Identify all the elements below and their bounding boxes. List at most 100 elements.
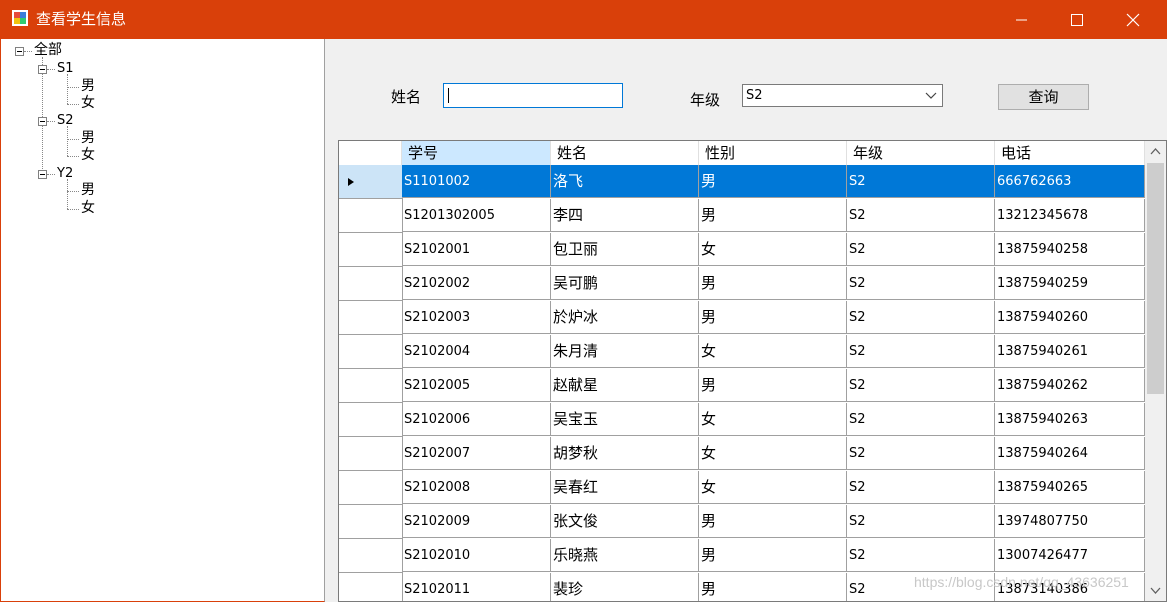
scrollbar-thumb[interactable] bbox=[1147, 163, 1164, 394]
scroll-down-icon[interactable] bbox=[1150, 587, 1161, 594]
table-cell[interactable]: 吴宝玉 bbox=[551, 403, 699, 436]
row-header[interactable] bbox=[339, 369, 403, 403]
row-header[interactable] bbox=[339, 165, 403, 199]
table-cell[interactable]: S2102005 bbox=[402, 369, 551, 402]
table-cell[interactable]: 女 bbox=[699, 471, 847, 504]
table-cell[interactable]: S2 bbox=[847, 505, 995, 538]
row-header[interactable] bbox=[339, 539, 403, 573]
table-cell[interactable]: 男 bbox=[699, 301, 847, 334]
table-row[interactable]: S2102003 於炉冰男 S2 13875940260 bbox=[339, 301, 1145, 335]
student-grid[interactable]: 学号 姓名 性别 年级 电话 S1101002 洛飞男 S2 666762663 S12… bbox=[338, 140, 1167, 602]
column-header[interactable]: 学号 bbox=[402, 141, 551, 165]
table-cell[interactable]: 男 bbox=[699, 539, 847, 572]
close-button[interactable] bbox=[1110, 0, 1156, 39]
table-cell[interactable]: S2102008 bbox=[402, 471, 551, 504]
table-cell[interactable]: S2102002 bbox=[402, 267, 551, 300]
table-cell[interactable]: 666762663 bbox=[995, 165, 1145, 198]
table-row[interactable]: S2102009 张文俊男 S2 13974807750 bbox=[339, 505, 1145, 539]
collapse-icon[interactable] bbox=[38, 117, 47, 126]
name-input[interactable] bbox=[443, 83, 623, 108]
table-cell[interactable]: 於炉冰 bbox=[551, 301, 699, 334]
tree-node-s1-female[interactable]: 女 bbox=[81, 95, 95, 111]
table-cell[interactable]: 乐晓燕 bbox=[551, 539, 699, 572]
tree-node-s1[interactable]: S1 bbox=[57, 61, 74, 77]
table-cell[interactable]: S1101002 bbox=[402, 165, 551, 198]
table-cell[interactable]: S2 bbox=[847, 437, 995, 470]
table-cell[interactable]: S2102001 bbox=[402, 233, 551, 266]
column-header[interactable]: 姓名 bbox=[551, 141, 699, 165]
table-cell[interactable]: 吴春红 bbox=[551, 471, 699, 504]
table-cell[interactable]: 男 bbox=[699, 267, 847, 300]
table-cell[interactable]: S2102006 bbox=[402, 403, 551, 436]
tree-node-s2-female[interactable]: 女 bbox=[81, 147, 95, 163]
table-cell[interactable]: S2 bbox=[847, 301, 995, 334]
table-cell[interactable]: 洛飞 bbox=[551, 165, 699, 198]
table-cell[interactable]: 13875940263 bbox=[995, 403, 1145, 436]
table-cell[interactable]: 女 bbox=[699, 233, 847, 266]
tree-node-s2[interactable]: S2 bbox=[57, 113, 74, 129]
tree-node-s1-male[interactable]: 男 bbox=[81, 78, 95, 94]
table-cell[interactable]: 裴珍 bbox=[551, 573, 699, 601]
row-header[interactable] bbox=[339, 199, 403, 233]
table-cell[interactable]: 吴可鹏 bbox=[551, 267, 699, 300]
table-row[interactable]: S1201302005 李四男 S2 13212345678 bbox=[339, 199, 1145, 233]
table-row[interactable]: S2102006 吴宝玉女 S2 13875940263 bbox=[339, 403, 1145, 437]
grade-tree[interactable]: 全部 S1 男 女 S2 男 女 Y2 男 女 bbox=[0, 39, 325, 602]
column-header[interactable]: 年级 bbox=[847, 141, 995, 165]
table-cell[interactable]: S2 bbox=[847, 471, 995, 504]
table-cell[interactable]: 赵献星 bbox=[551, 369, 699, 402]
table-cell[interactable]: 女 bbox=[699, 403, 847, 436]
table-cell[interactable]: 张文俊 bbox=[551, 505, 699, 538]
tree-node-y2-female[interactable]: 女 bbox=[81, 200, 95, 216]
collapse-icon[interactable] bbox=[15, 47, 24, 56]
collapse-icon[interactable] bbox=[38, 170, 47, 179]
table-cell[interactable]: S2 bbox=[847, 539, 995, 572]
query-button[interactable]: 查询 bbox=[998, 84, 1089, 110]
table-cell[interactable]: 13007426477 bbox=[995, 539, 1145, 572]
table-cell[interactable]: 男 bbox=[699, 165, 847, 198]
maximize-button[interactable] bbox=[1054, 0, 1100, 39]
table-cell[interactable]: S2102004 bbox=[402, 335, 551, 368]
table-cell[interactable]: S2 bbox=[847, 335, 995, 368]
column-header[interactable]: 电话 bbox=[995, 141, 1145, 165]
table-row[interactable]: S2102008 吴春红女 S2 13875940265 bbox=[339, 471, 1145, 505]
table-cell[interactable]: 女 bbox=[699, 437, 847, 470]
table-row[interactable]: S2102007 胡梦秋女 S2 13875940264 bbox=[339, 437, 1145, 471]
tree-node-y2[interactable]: Y2 bbox=[57, 166, 73, 182]
table-cell[interactable]: 13875940262 bbox=[995, 369, 1145, 402]
table-cell[interactable]: S2102003 bbox=[402, 301, 551, 334]
table-cell[interactable]: 13875940264 bbox=[995, 437, 1145, 470]
table-cell[interactable]: 13875940261 bbox=[995, 335, 1145, 368]
tree-node-all[interactable]: 全部 bbox=[34, 42, 62, 58]
table-cell[interactable]: S2102007 bbox=[402, 437, 551, 470]
table-cell[interactable]: 胡梦秋 bbox=[551, 437, 699, 470]
table-cell[interactable]: 13875940258 bbox=[995, 233, 1145, 266]
table-cell[interactable]: 13875940260 bbox=[995, 301, 1145, 334]
table-cell[interactable]: 13875940265 bbox=[995, 471, 1145, 504]
row-header[interactable] bbox=[339, 335, 403, 369]
collapse-icon[interactable] bbox=[38, 65, 47, 74]
row-header[interactable] bbox=[339, 573, 403, 601]
minimize-button[interactable] bbox=[1000, 0, 1046, 39]
table-cell[interactable]: S2 bbox=[847, 403, 995, 436]
row-header[interactable] bbox=[339, 471, 403, 505]
row-header[interactable] bbox=[339, 437, 403, 471]
table-cell[interactable]: S2 bbox=[847, 233, 995, 266]
row-header[interactable] bbox=[339, 267, 403, 301]
table-cell[interactable]: 男 bbox=[699, 369, 847, 402]
row-header[interactable] bbox=[339, 233, 403, 267]
scroll-up-icon[interactable] bbox=[1150, 148, 1161, 155]
column-header[interactable]: 性别 bbox=[699, 141, 847, 165]
table-cell[interactable]: 女 bbox=[699, 335, 847, 368]
table-row[interactable]: S2102002 吴可鹏男 S2 13875940259 bbox=[339, 267, 1145, 301]
grade-select[interactable]: S2 bbox=[742, 84, 943, 107]
table-cell[interactable]: 男 bbox=[699, 199, 847, 232]
row-header[interactable] bbox=[339, 301, 403, 335]
table-cell[interactable]: 朱月清 bbox=[551, 335, 699, 368]
row-header[interactable] bbox=[339, 505, 403, 539]
table-cell[interactable]: 包卫丽 bbox=[551, 233, 699, 266]
table-cell[interactable]: S2102011 bbox=[402, 573, 551, 601]
table-row[interactable]: S1101002 洛飞男 S2 666762663 bbox=[339, 165, 1145, 199]
table-row[interactable]: S2102001 包卫丽女 S2 13875940258 bbox=[339, 233, 1145, 267]
table-cell[interactable]: 男 bbox=[699, 505, 847, 538]
